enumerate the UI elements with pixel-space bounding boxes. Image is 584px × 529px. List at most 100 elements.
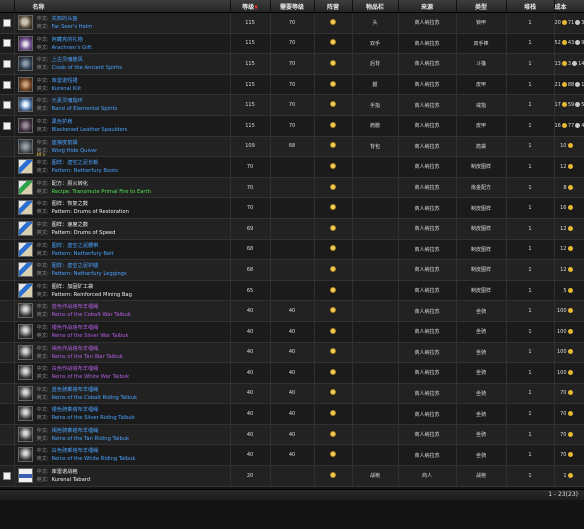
row-checkbox[interactable] — [2, 101, 11, 110]
item-name-cn-link[interactable]: 图样：虚空之泥腰带 — [52, 243, 99, 249]
item-name-en-link[interactable]: Reins of the White Riding Talbuk — [52, 456, 136, 462]
item-name-en-link[interactable]: Far Seer's Helm — [52, 24, 93, 30]
header-cost[interactable]: 成本 — [554, 0, 584, 13]
table-row[interactable]: 中文: 蓝色作战塔布羊缰绳 英文: Reins of the Cobalt War … — [0, 300, 584, 322]
mount-item-icon[interactable] — [17, 406, 33, 422]
table-row[interactable]: 中文: 褐色作战塔布羊缰绳 英文: Reins of the Tan War Tal… — [0, 342, 584, 364]
table-row[interactable]: 中文: 配方：原火转化 英文: Recipe: Transmute Primal F… — [0, 177, 584, 199]
item-name-cn-link[interactable]: 图样：虚空之泥长靴 — [52, 160, 99, 166]
item-name-en-link[interactable]: Recipe: Transmute Primal Fire to Earth — [52, 189, 151, 195]
pattern-item-icon[interactable] — [17, 220, 33, 236]
item-name-cn-link[interactable]: 蓝色作战塔布羊缰绳 — [52, 304, 99, 310]
pattern-item-icon[interactable] — [17, 241, 33, 257]
item-name-cn-link[interactable]: 银色骑乘塔布羊缰绳 — [52, 407, 99, 413]
item-name-cn-link[interactable]: 图样：恢复之鼓 — [52, 201, 88, 207]
row-checkbox[interactable] — [2, 59, 11, 68]
mount-item-icon[interactable] — [17, 303, 33, 319]
band-item-icon[interactable] — [17, 97, 33, 113]
quiver-item-icon[interactable] — [17, 138, 33, 154]
row-checkbox-cell[interactable] — [0, 94, 15, 116]
item-name-cn-link[interactable]: 库雷诺短裙 — [52, 78, 78, 84]
mount-item-icon[interactable] — [17, 344, 33, 360]
pattern-item-icon[interactable] — [17, 282, 33, 298]
table-row[interactable]: 中文: 库雷诺战袍 英文: Kurenal Tabard 20 战袍 商人 战袍 1… — [0, 465, 584, 487]
item-name-cn-link[interactable]: 图样：速度之鼓 — [52, 222, 88, 228]
row-checkbox-cell[interactable] — [0, 53, 15, 75]
gift-item-icon[interactable] — [17, 35, 33, 51]
table-row[interactable]: 中文: 银色骑乘塔布羊缰绳 英文: Reins of the Silver Ridi… — [0, 403, 584, 425]
item-name-en-link[interactable]: Blackened Leather Spaulders — [52, 127, 128, 133]
item-name-en-link[interactable]: Worg Hide Quiver — [52, 148, 98, 154]
header-source[interactable]: 来源 — [398, 0, 457, 13]
header-stack[interactable]: 堆栈 — [506, 0, 555, 13]
item-name-en-link[interactable]: Reins of the Cobalt Riding Talbuk — [52, 395, 137, 401]
header-faction[interactable]: 阵营 — [314, 0, 353, 13]
item-name-cn-link[interactable]: 褐色骑乘塔布羊缰绳 — [52, 428, 99, 434]
table-row[interactable]: 中文: 白色骑乘塔布羊缰绳 英文: Reins of the White Ridin… — [0, 444, 584, 467]
row-checkbox-cell[interactable] — [0, 74, 15, 96]
row-checkbox-cell[interactable] — [0, 115, 15, 137]
table-row[interactable]: 中文: 图样：虚空之泥护腿 英文: Pattern: Netherfury Legg… — [0, 259, 584, 281]
header-req-level[interactable]: 需要等级 — [270, 0, 315, 13]
table-row[interactable]: 中文: 上古灵魂披风 英文: Cloak of the Ancient Spirit… — [0, 53, 584, 75]
table-row[interactable]: 中文: 图样：恢复之鼓 英文: Pattern: Drums of Restorat… — [0, 197, 584, 219]
header-name[interactable]: 名称 — [14, 0, 231, 13]
item-name-en-link[interactable]: Pattern: Netherfury Belt — [52, 251, 114, 257]
item-name-en-link[interactable]: Band of Elemental Spirits — [52, 106, 118, 112]
item-name-cn-link[interactable]: 褐色作战塔布羊缰绳 — [52, 346, 99, 352]
item-name-en-link[interactable]: Arachnen's Gift — [52, 45, 92, 51]
spauld-item-icon[interactable] — [17, 117, 33, 133]
item-name-en-link[interactable]: Reins of the Cobalt War Talbuk — [52, 312, 131, 318]
pattern-item-icon[interactable] — [17, 159, 33, 175]
row-checkbox[interactable] — [2, 80, 11, 89]
row-checkbox[interactable] — [2, 39, 11, 48]
table-row[interactable]: 中文: 图样：虚空之泥腰带 英文: Pattern: Netherfury Belt… — [0, 239, 584, 261]
item-name-cn-link[interactable]: 上古灵魂披风 — [52, 57, 83, 63]
row-checkbox[interactable] — [2, 471, 11, 480]
item-name-en-link[interactable]: Reins of the Silver Riding Talbuk — [52, 415, 135, 421]
row-checkbox-cell[interactable] — [0, 12, 15, 34]
row-checkbox[interactable] — [2, 18, 11, 27]
cloak-item-icon[interactable] — [17, 56, 33, 72]
item-name-cn-link[interactable]: 白色作战塔布羊缰绳 — [52, 366, 99, 372]
table-row[interactable]: 中文: 白色作战塔布羊缰绳 英文: Reins of the White War T… — [0, 362, 584, 384]
table-row[interactable]: 中文: 蓝色骑乘塔布羊缰绳 英文: Reins of the Cobalt Ridi… — [0, 383, 584, 405]
row-checkbox-cell[interactable] — [0, 465, 15, 487]
item-name-en-link[interactable]: Cloak of the Ancient Spirits — [52, 65, 123, 71]
table-row[interactable]: 中文: 元素灵魂指环 英文: Band of Elemental Spirits 1… — [0, 94, 584, 116]
kilt-item-icon[interactable] — [17, 76, 33, 92]
table-row[interactable]: 中文: 图样：速度之鼓 英文: Pattern: Drums of Speed 69… — [0, 218, 584, 240]
mount-item-icon[interactable] — [17, 426, 33, 442]
mount-item-icon[interactable] — [17, 385, 33, 401]
item-name-cn-link[interactable]: 蓝色骑乘塔布羊缰绳 — [52, 387, 99, 393]
header-slot[interactable]: 物品栏 — [352, 0, 399, 13]
pattern-item-icon[interactable] — [17, 200, 33, 216]
item-name-en-link[interactable]: Pattern: Reinforced Mining Bag — [52, 292, 132, 298]
item-name-cn-link[interactable]: 白色骑乘塔布羊缰绳 — [52, 448, 99, 454]
item-name-en-link[interactable]: Reins of the Tan War Talbuk — [52, 354, 123, 360]
mount-item-icon[interactable] — [17, 365, 33, 381]
helm-item-icon[interactable] — [17, 15, 33, 30]
row-checkbox[interactable] — [2, 121, 11, 130]
table-row[interactable]: 中文: 阿藏克的礼物 英文: Arachnen's Gift 115 70 双手 商… — [0, 33, 584, 55]
tabard-item-icon[interactable] — [17, 468, 33, 484]
item-name-cn-link[interactable]: 先知的头盔 — [52, 16, 78, 22]
item-name-en-link[interactable]: Pattern: Drums of Restoration — [52, 209, 129, 215]
item-name-en-link[interactable]: Pattern: Netherfury Leggings — [52, 271, 127, 277]
table-row[interactable]: 中文: 图样：加固矿工袋 英文: Pattern: Reinforced Minin… — [0, 280, 584, 302]
item-name-en-link[interactable]: Reins of the Tan Riding Talbuk — [52, 436, 129, 442]
item-name-cn-link[interactable]: 座狼皮箭袋 — [52, 140, 78, 146]
header-type[interactable]: 类型 — [456, 0, 507, 13]
item-name-cn-link[interactable]: 黑色护肩 — [52, 119, 73, 125]
pattern-item-icon[interactable] — [17, 262, 33, 278]
table-row[interactable]: 中文: 库雷诺短裙 英文: Kurenal Kilt 115 70 腿 商人纳拉苏 … — [0, 74, 584, 96]
item-name-cn-link[interactable]: 图样：加固矿工袋 — [52, 284, 94, 290]
item-name-cn-link[interactable]: 库雷诺战袍 — [52, 469, 78, 475]
item-name-en-link[interactable]: Pattern: Drums of Speed — [52, 230, 116, 236]
item-name-cn-link[interactable]: 阿藏克的礼物 — [52, 37, 83, 43]
mount-item-icon[interactable] — [17, 447, 33, 463]
header-level[interactable]: 等级▼ — [230, 0, 271, 13]
item-name-en-link[interactable]: Reins of the White War Talbuk — [52, 374, 129, 380]
item-name-cn-link[interactable]: 图样：虚空之泥护腿 — [52, 263, 99, 269]
table-row[interactable]: 中文: 银色作战塔布羊缰绳 英文: Reins of the Silver War … — [0, 321, 584, 343]
